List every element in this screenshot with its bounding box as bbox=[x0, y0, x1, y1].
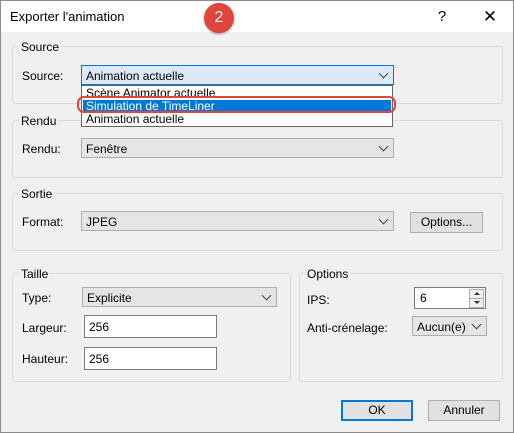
fps-value: 6 bbox=[420, 291, 427, 305]
close-button[interactable]: ✕ bbox=[467, 1, 513, 32]
help-button[interactable]: ? bbox=[419, 1, 465, 32]
type-select-value: Explicite bbox=[87, 291, 132, 305]
type-select[interactable]: Explicite bbox=[82, 287, 277, 307]
chevron-down-icon bbox=[261, 290, 272, 301]
chevron-down-icon bbox=[378, 68, 389, 79]
chevron-down-icon bbox=[378, 141, 389, 152]
antialias-select[interactable]: Aucun(e) bbox=[412, 316, 487, 336]
type-field-label: Type: bbox=[22, 291, 52, 305]
width-field-label: Largeur: bbox=[22, 321, 67, 335]
antialias-field-label: Anti-crénelage: bbox=[307, 321, 388, 335]
annotation-highlight bbox=[77, 96, 396, 113]
fps-field-label: IPS: bbox=[307, 293, 330, 307]
height-input[interactable]: 256 bbox=[84, 347, 217, 370]
taille-group-label: Taille bbox=[19, 267, 51, 281]
source-select[interactable]: Animation actuelle bbox=[81, 65, 394, 85]
rendu-group-label: Rendu bbox=[19, 114, 59, 128]
cancel-button[interactable]: Annuler bbox=[428, 400, 500, 421]
format-select-value: JPEG bbox=[86, 215, 118, 229]
arrow-down-icon bbox=[474, 301, 480, 304]
antialias-select-value: Aucun(e) bbox=[417, 320, 466, 334]
format-field-label: Format: bbox=[22, 215, 64, 229]
sortie-group-label: Sortie bbox=[19, 187, 55, 201]
chevron-down-icon bbox=[471, 319, 482, 330]
chevron-down-icon bbox=[378, 214, 389, 225]
fps-spinner[interactable]: 6 bbox=[414, 287, 486, 309]
title-bar: Exporter l'animation 2 ? ✕ bbox=[1, 1, 513, 33]
ok-button[interactable]: OK bbox=[341, 400, 413, 421]
spin-down-button[interactable] bbox=[469, 298, 484, 308]
window-title: Exporter l'animation bbox=[10, 9, 125, 24]
rendu-field-label: Rendu: bbox=[22, 142, 61, 156]
width-input-value: 256 bbox=[89, 320, 110, 334]
format-options-button[interactable]: Options... bbox=[410, 212, 483, 233]
arrow-up-icon bbox=[474, 292, 480, 295]
source-select-value: Animation actuelle bbox=[86, 69, 185, 83]
export-animation-dialog: Exporter l'animation 2 ? ✕ Source Source… bbox=[0, 0, 514, 433]
rendu-select-value: Fenêtre bbox=[86, 142, 128, 156]
source-group-label: Source bbox=[19, 40, 62, 54]
width-input[interactable]: 256 bbox=[84, 315, 217, 338]
format-select[interactable]: JPEG bbox=[81, 211, 394, 231]
height-field-label: Hauteur: bbox=[22, 352, 69, 366]
fps-spinner-buttons bbox=[469, 289, 484, 308]
rendu-select[interactable]: Fenêtre bbox=[81, 138, 394, 158]
options-group-label: Options bbox=[305, 267, 351, 281]
height-input-value: 256 bbox=[89, 352, 110, 366]
dropdown-option[interactable]: Animation actuelle bbox=[83, 113, 391, 126]
source-field-label: Source: bbox=[22, 69, 64, 83]
step-badge: 2 bbox=[204, 3, 234, 33]
